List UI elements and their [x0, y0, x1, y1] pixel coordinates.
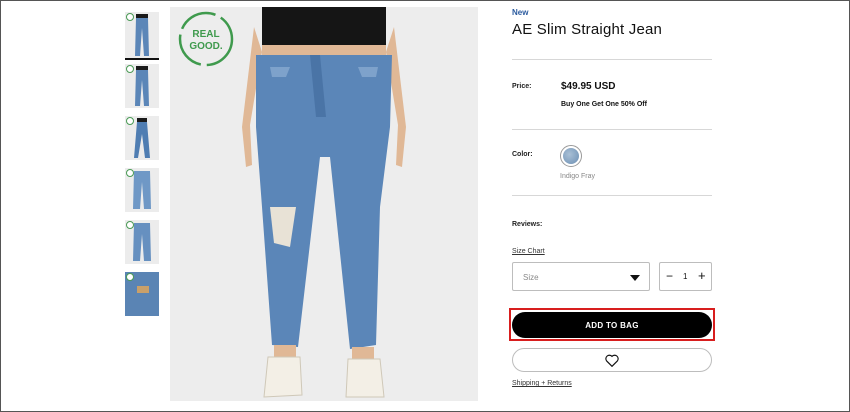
color-label: Color: [512, 151, 533, 158]
eco-badge-line2: GOOD. [189, 41, 223, 52]
reviews-label: Reviews: [512, 221, 543, 228]
thumbnail-flat-front[interactable] [125, 168, 159, 212]
promo-text: Buy One Get One 50% Off [561, 101, 647, 108]
add-to-favorites-button[interactable] [512, 348, 712, 372]
eco-badge-icon [126, 13, 134, 21]
new-badge: New [512, 8, 529, 17]
price-label: Price: [512, 83, 532, 90]
shipping-returns-link[interactable]: Shipping + Returns [512, 380, 572, 387]
size-placeholder: Size [523, 273, 539, 282]
thumbnail-front-full[interactable] [125, 12, 159, 60]
eco-badge-line1: REAL [192, 29, 219, 40]
swatch-fill [563, 148, 579, 164]
caret-down-icon [630, 275, 640, 281]
eco-badge-icon [126, 117, 134, 125]
add-to-bag-highlight [509, 308, 715, 341]
heart-icon [605, 354, 619, 367]
size-chart-link[interactable]: Size Chart [512, 248, 545, 255]
product-details-panel: New AE Slim Straight Jean Price: $49.95 … [512, 0, 714, 412]
eco-badge-icon [126, 169, 134, 177]
quantity-value: 1 [683, 272, 688, 281]
thumbnail-side[interactable] [125, 116, 159, 160]
eco-badge-icon [126, 221, 134, 229]
divider [512, 195, 712, 196]
quantity-stepper: − 1 + [659, 262, 712, 291]
selected-color-name: Indigo Fray [560, 173, 596, 180]
eco-badge-icon [126, 65, 134, 73]
quantity-increase-button[interactable]: + [698, 268, 706, 283]
eco-badge-icon [126, 273, 134, 281]
thumbnail-flat-back[interactable] [125, 220, 159, 264]
real-good-badge-icon: REAL GOOD. [178, 11, 234, 67]
divider [512, 59, 712, 60]
price-value: $49.95 USD [561, 81, 616, 92]
size-dropdown[interactable]: Size [512, 262, 650, 291]
quantity-decrease-button[interactable]: − [666, 269, 673, 283]
divider [512, 129, 712, 130]
thumbnail-front-full-2[interactable] [125, 64, 159, 108]
product-title: AE Slim Straight Jean [512, 21, 663, 38]
color-swatch-indigo-fray[interactable] [560, 145, 582, 167]
main-product-image: REAL GOOD. [170, 7, 478, 401]
thumbnail-pocket-detail[interactable] [125, 272, 159, 316]
